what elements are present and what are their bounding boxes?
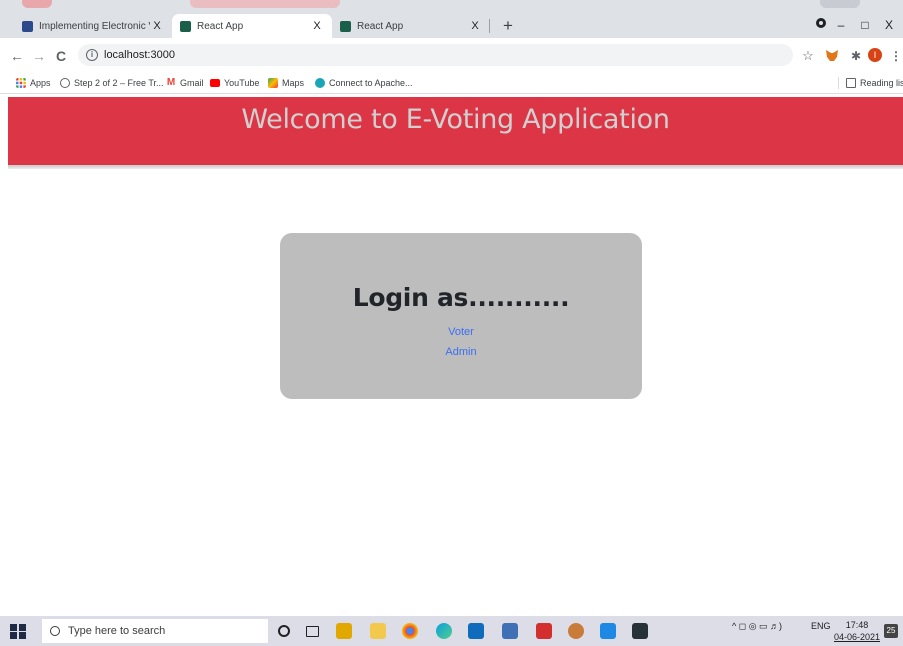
bookmark-separator [838, 77, 839, 89]
language-indicator[interactable]: ENG [811, 621, 831, 631]
bookmark-gmail[interactable]: M Gmail [166, 76, 204, 90]
decorative-shape [820, 0, 860, 8]
bookmark-label: YouTube [224, 78, 260, 88]
maps-icon [268, 78, 278, 88]
minimize-button[interactable]: – [828, 14, 854, 36]
tab-title: React App [357, 20, 404, 32]
header-shadow [8, 165, 903, 169]
notification-center-button[interactable]: 25 [884, 624, 898, 638]
browser-tab-strip: Implementing Electronic Voting X React A… [0, 0, 903, 38]
tab-title: Implementing Electronic Voting [39, 20, 150, 32]
back-button[interactable]: ← [8, 47, 26, 65]
url-text: localhost:3000 [104, 49, 175, 61]
login-options: Voter Admin [280, 322, 642, 362]
microsoft-store-icon[interactable] [336, 623, 352, 639]
windows-start-button[interactable] [8, 622, 28, 640]
tab-search-icon [816, 18, 826, 28]
task-view-icon[interactable] [306, 626, 319, 637]
bookmark-step-2-of-2[interactable]: Step 2 of 2 – Free Tr... [60, 76, 164, 90]
search-placeholder: Type here to search [68, 625, 166, 637]
apache-icon [315, 78, 325, 88]
close-icon[interactable]: X [150, 20, 164, 32]
notepad-icon[interactable] [502, 623, 518, 639]
react-icon [340, 20, 351, 32]
bookmark-label: Connect to Apache... [329, 78, 413, 88]
reading-list-icon [846, 78, 856, 88]
close-icon[interactable]: X [310, 20, 324, 32]
bookmark-label: Maps [282, 78, 305, 88]
address-bar[interactable]: i localhost:3000 [78, 44, 793, 66]
tab-separator [489, 19, 490, 33]
reading-list-label: Reading list [860, 78, 903, 88]
youtube-icon [210, 79, 220, 87]
close-icon[interactable]: X [468, 20, 482, 32]
info-icon[interactable]: i [86, 49, 98, 61]
admin-login-link[interactable]: Admin [280, 342, 642, 362]
bookmark-label: Step 2 of 2 – Free Tr... [74, 78, 164, 88]
windows-taskbar: Type here to search ^ ◻ ◎ ▭ ♬) ENG 17:48… [0, 616, 903, 646]
reading-list-button[interactable]: Reading list [846, 76, 903, 90]
box-app-icon[interactable] [568, 623, 584, 639]
login-title: Login as........... [352, 283, 570, 312]
tab-react-app-active[interactable]: React App X [172, 14, 332, 38]
menu-kebab-icon[interactable]: ⋮ [888, 48, 903, 64]
extensions-puzzle-icon[interactable]: ✱ [848, 48, 864, 64]
acrobat-icon[interactable] [536, 623, 552, 639]
chrome-icon[interactable] [402, 623, 418, 639]
taskbar-clock[interactable]: 17:48 04-06-2021 [832, 619, 882, 643]
mail-icon[interactable] [468, 623, 484, 639]
cortana-icon[interactable] [278, 625, 290, 637]
forward-button[interactable]: → [30, 47, 48, 65]
page-title: Welcome to E-Voting Application [241, 104, 670, 135]
voter-login-link[interactable]: Voter [280, 322, 642, 342]
decorative-shape [22, 0, 52, 8]
settings-icon [60, 78, 70, 88]
document-icon [22, 20, 33, 32]
edge-icon[interactable] [436, 623, 452, 639]
bookmark-maps[interactable]: Maps [268, 76, 304, 90]
profile-avatar[interactable]: I [868, 48, 884, 64]
bookmark-label: Gmail [180, 78, 204, 88]
tab-title: React App [197, 20, 244, 32]
search-icon [50, 626, 60, 636]
gmail-icon: M [166, 77, 176, 88]
clock-date: 04-06-2021 [833, 632, 881, 642]
bookmark-label: Apps [30, 78, 51, 88]
maximize-button[interactable]: □ [852, 14, 878, 36]
tab-implementing-electronic-voting[interactable]: Implementing Electronic Voting X [14, 14, 172, 38]
bookmark-apps[interactable]: Apps [16, 76, 51, 90]
bookmark-youtube[interactable]: YouTube [210, 76, 259, 90]
clock-time: 17:48 [845, 620, 869, 630]
login-card: Login as........... Voter Admin [280, 233, 642, 399]
metamask-icon[interactable] [824, 48, 840, 64]
bookmarks-bar: Apps Step 2 of 2 – Free Tr... M Gmail Yo… [0, 72, 903, 94]
profile-initial: I [868, 48, 882, 62]
file-explorer-icon[interactable] [370, 623, 386, 639]
window-close-button[interactable]: X [876, 14, 902, 36]
browser-toolbar: ← → C i localhost:3000 ☆ ✱ I ⋮ [0, 38, 903, 72]
reload-button[interactable]: C [52, 47, 70, 65]
screen: Implementing Electronic Voting X React A… [0, 0, 903, 646]
terminal-icon[interactable] [632, 623, 648, 639]
decorative-shape [190, 0, 340, 8]
system-tray-icons[interactable]: ^ ◻ ◎ ▭ ♬) [732, 621, 782, 632]
bookmark-connect-to-apache[interactable]: Connect to Apache... [315, 76, 413, 90]
taskbar-search-box[interactable]: Type here to search [42, 619, 268, 643]
apps-grid-icon [16, 78, 26, 88]
vscode-icon[interactable] [600, 623, 616, 639]
react-icon [180, 20, 191, 32]
tab-react-app[interactable]: React App X [332, 14, 490, 38]
app-header: Welcome to E-Voting Application [8, 97, 903, 165]
new-tab-button[interactable]: + [497, 14, 519, 38]
bookmark-star-icon[interactable]: ☆ [800, 48, 816, 64]
